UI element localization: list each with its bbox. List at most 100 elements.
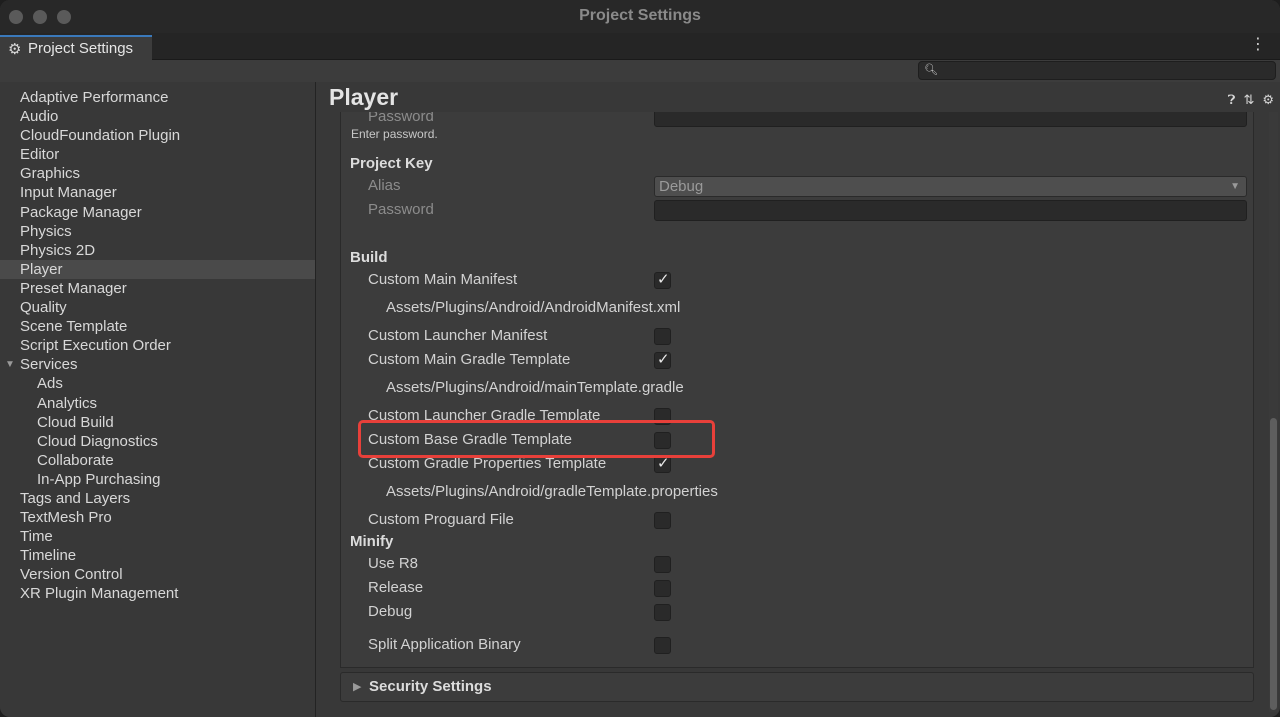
settings-sidebar: Adaptive Performance Audio CloudFoundation… xyxy=(0,82,316,717)
sidebar-item-label: Version Control xyxy=(20,566,123,584)
sidebar-item-label: Package Manager xyxy=(20,203,142,221)
sidebar-item-input-manager[interactable]: Input Manager xyxy=(0,183,315,202)
custom-main-manifest-checkbox[interactable]: ✓ xyxy=(654,271,671,289)
tab-label: Project Settings xyxy=(28,40,134,57)
sidebar-item-label: Services xyxy=(20,356,78,374)
custom-launcher-gradle-checkbox[interactable] xyxy=(654,408,671,425)
sidebar-item-label: XR Plugin Management xyxy=(20,585,179,603)
sidebar-item-analytics[interactable]: Analytics xyxy=(0,394,315,413)
sidebar-item-graphics[interactable]: Graphics xyxy=(0,164,315,183)
alias-dropdown[interactable]: Debug ▼ xyxy=(654,176,1247,197)
sidebar-item-label: Scene Template xyxy=(20,318,128,336)
sidebar-item-collaborate[interactable]: Collaborate xyxy=(0,451,315,470)
sidebar-item-xr-plugin-management[interactable]: XR Plugin Management xyxy=(0,584,315,603)
main-gradle-path: Assets/Plugins/Android/mainTemplate.grad… xyxy=(386,379,684,396)
sidebar-item-services[interactable]: ▼ Services xyxy=(0,355,315,374)
release-row: Release xyxy=(341,577,1253,599)
title-bar: Project Settings xyxy=(0,0,1280,33)
tab-project-settings[interactable]: ⚙ Project Settings xyxy=(0,35,152,60)
presets-icon[interactable]: ⇅ xyxy=(1243,92,1254,108)
expand-triangle-icon[interactable]: ▼ xyxy=(5,355,15,374)
page-title: Player xyxy=(329,84,399,110)
custom-gradle-properties-checkbox[interactable]: ✓ xyxy=(654,455,671,473)
sidebar-item-editor[interactable]: Editor xyxy=(0,145,315,164)
sidebar-item-package-manager[interactable]: Package Manager xyxy=(0,203,315,222)
sidebar-item-label: Collaborate xyxy=(37,451,114,469)
sidebar-item-label: Analytics xyxy=(37,394,98,412)
custom-main-gradle-checkbox[interactable]: ✓ xyxy=(654,351,671,369)
sidebar-item-physics[interactable]: Physics xyxy=(0,222,315,241)
sidebar-item-script-execution-order[interactable]: Script Execution Order xyxy=(0,336,315,355)
sidebar-item-adaptive-performance[interactable]: Adaptive Performance xyxy=(0,88,315,107)
sidebar-item-cloudfoundation-plugin[interactable]: CloudFoundation Plugin xyxy=(0,126,315,145)
player-settings-panel: Password Enter password. Project Key Ali… xyxy=(340,112,1254,668)
main-gradle-path-row: Assets/Plugins/Android/mainTemplate.grad… xyxy=(341,377,1253,399)
gradle-properties-path: Assets/Plugins/Android/gradleTemplate.pr… xyxy=(386,483,718,500)
sidebar-item-label: TextMesh Pro xyxy=(20,509,112,527)
sidebar-item-label: In-App Purchasing xyxy=(37,470,161,488)
minify-header-row: Minify xyxy=(341,531,1253,553)
sidebar-item-in-app-purchasing[interactable]: In-App Purchasing xyxy=(0,470,315,489)
sidebar-item-scene-template[interactable]: Scene Template xyxy=(0,317,315,336)
sidebar-item-label: Quality xyxy=(20,299,67,317)
gear-icon: ⚙ xyxy=(8,40,22,58)
vertical-scrollbar[interactable] xyxy=(1269,112,1278,712)
sidebar-item-label: Input Manager xyxy=(20,184,117,202)
sidebar-item-label: Script Execution Order xyxy=(20,337,171,355)
key-password-field[interactable] xyxy=(654,200,1247,221)
use-r8-checkbox[interactable] xyxy=(654,556,671,573)
build-header: Build xyxy=(350,249,388,266)
sidebar-item-physics-2d[interactable]: Physics 2D xyxy=(0,241,315,260)
debug-checkbox[interactable] xyxy=(654,604,671,621)
sidebar-item-preset-manager[interactable]: Preset Manager xyxy=(0,279,315,298)
key-password-row: Password xyxy=(341,199,1253,221)
custom-launcher-manifest-label: Custom Launcher Manifest xyxy=(368,327,548,344)
password-hint: Enter password. xyxy=(351,127,438,141)
main-manifest-path-row: Assets/Plugins/Android/AndroidManifest.x… xyxy=(341,297,1253,319)
sidebar-item-label: Player xyxy=(20,260,63,278)
custom-proguard-checkbox[interactable] xyxy=(654,512,671,529)
checkmark-icon: ✓ xyxy=(657,455,670,472)
sidebar-item-time[interactable]: Time xyxy=(0,527,315,546)
custom-proguard-row: Custom Proguard File xyxy=(341,509,1253,531)
scrollbar-thumb[interactable] xyxy=(1270,418,1277,710)
search-box[interactable]: 🔍︎ xyxy=(918,61,1276,80)
help-icon[interactable]: ❓︎ xyxy=(1228,92,1236,108)
release-checkbox[interactable] xyxy=(654,580,671,597)
split-binary-checkbox[interactable] xyxy=(654,637,671,654)
sidebar-item-tags-and-layers[interactable]: Tags and Layers xyxy=(0,489,315,508)
sidebar-list: Adaptive Performance Audio CloudFoundation… xyxy=(0,82,315,604)
checkmark-icon: ✓ xyxy=(657,271,670,288)
sidebar-item-player[interactable]: Player xyxy=(0,259,315,279)
minify-header: Minify xyxy=(350,533,394,550)
tab-strip: ⚙ Project Settings ⋮ xyxy=(0,33,1280,60)
sidebar-item-ads[interactable]: Ads xyxy=(0,374,315,393)
project-key-header: Project Key xyxy=(350,155,433,172)
kebab-menu-icon[interactable]: ⋮ xyxy=(1250,37,1266,53)
sidebar-item-label: Adaptive Performance xyxy=(20,89,169,106)
custom-launcher-manifest-checkbox[interactable] xyxy=(654,328,671,345)
password-hint-row: Enter password. xyxy=(341,125,1253,143)
main-panel: Player ❓︎ ⇅ ⚙ Password Enter password. P… xyxy=(317,82,1280,717)
sidebar-item-label: Cloud Build xyxy=(37,413,114,431)
sidebar-item-quality[interactable]: Quality xyxy=(0,298,315,317)
settings-icon[interactable]: ⚙ xyxy=(1262,92,1274,108)
chevron-right-icon: ▶ xyxy=(353,681,362,693)
search-icon: 🔍︎ xyxy=(924,64,938,76)
sidebar-item-cloud-build[interactable]: Cloud Build xyxy=(0,413,315,432)
sidebar-item-textmesh-pro[interactable]: TextMesh Pro xyxy=(0,508,315,527)
sidebar-item-label: Time xyxy=(20,528,53,546)
custom-main-gradle-row: Custom Main Gradle Template ✓ xyxy=(341,349,1253,371)
custom-base-gradle-checkbox[interactable] xyxy=(654,432,671,449)
sidebar-item-timeline[interactable]: Timeline xyxy=(0,546,315,565)
sidebar-item-audio[interactable]: Audio xyxy=(0,107,315,126)
custom-launcher-manifest-row: Custom Launcher Manifest xyxy=(341,325,1253,347)
split-binary-row: Split Application Binary xyxy=(341,634,1253,656)
sidebar-item-version-control[interactable]: Version Control xyxy=(0,565,315,584)
security-settings-foldout[interactable]: ▶ Security Settings xyxy=(340,672,1254,702)
use-r8-row: Use R8 xyxy=(341,553,1253,575)
sidebar-item-label: Timeline xyxy=(20,547,77,565)
security-settings-label: Security Settings xyxy=(369,678,492,695)
search-input[interactable] xyxy=(939,62,1269,79)
sidebar-item-cloud-diagnostics[interactable]: Cloud Diagnostics xyxy=(0,432,315,451)
